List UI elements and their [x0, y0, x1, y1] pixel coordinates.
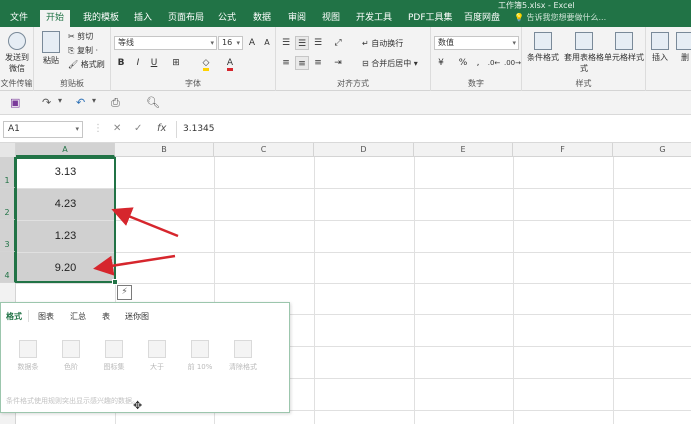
annotation-arrows	[93, 207, 179, 276]
arrow-to-a2	[111, 207, 179, 238]
arrow-to-a4	[93, 254, 176, 276]
